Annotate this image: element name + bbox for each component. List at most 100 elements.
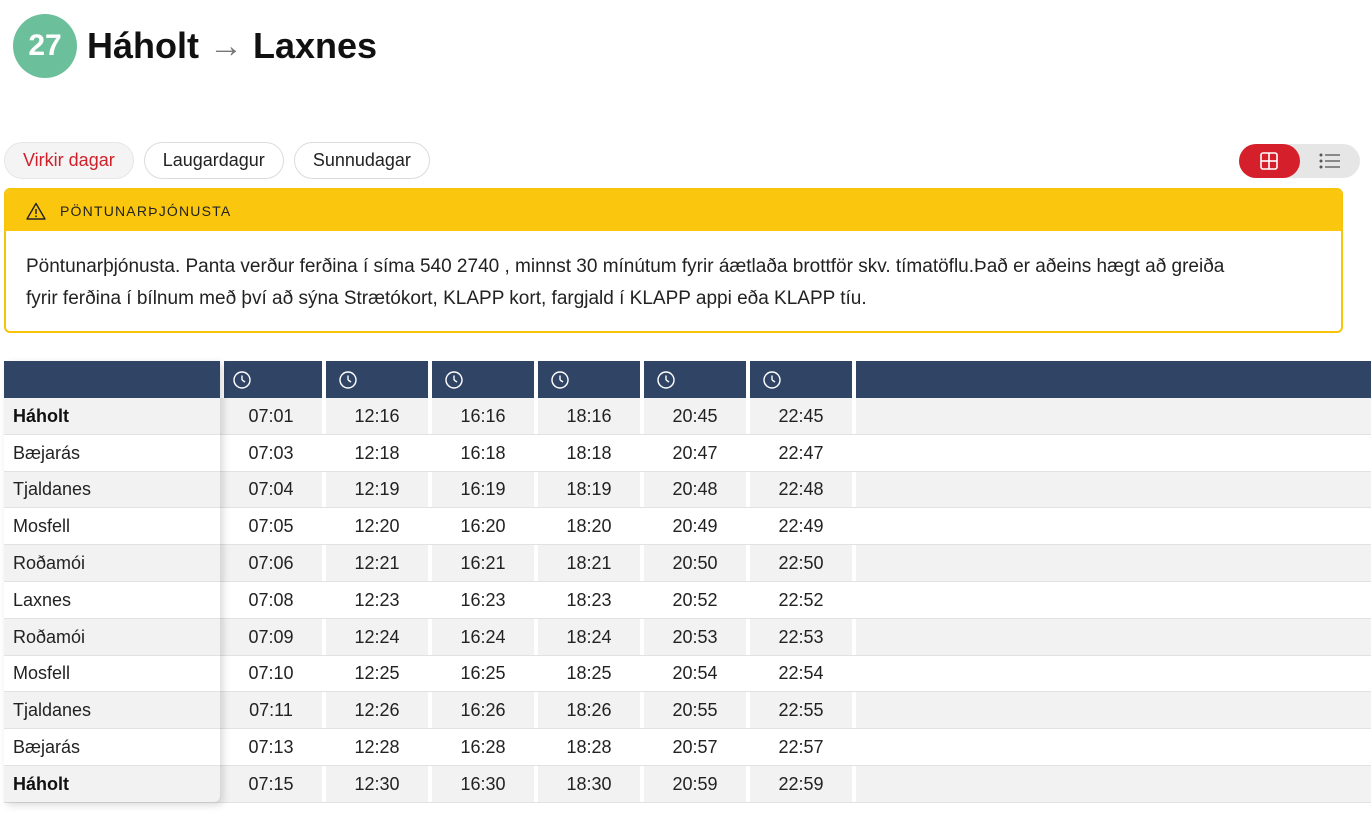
departure-time: 12:26: [354, 700, 400, 721]
stop-name: Bæjarás: [13, 442, 81, 463]
table-row: Tjaldanes 07:04 12:19 16:19 18:19 20:48 22:48: [4, 471, 1371, 509]
departure-time: 18:25: [566, 663, 612, 684]
column-divider: [640, 581, 644, 619]
grid-view-button[interactable]: [1239, 144, 1300, 178]
column-divider: [746, 434, 750, 472]
departure-time: 12:28: [354, 737, 400, 758]
column-divider: [640, 471, 644, 509]
departure-time: 07:09: [248, 626, 294, 647]
departure-time: 12:25: [354, 663, 400, 684]
column-divider: [534, 729, 538, 766]
column-divider: [534, 434, 538, 472]
departure-time: 07:13: [248, 737, 294, 758]
stop-name: Roðamói: [13, 626, 86, 647]
column-divider: [746, 618, 750, 656]
column-divider: [852, 434, 856, 472]
clock-icon: [551, 370, 569, 389]
column-divider: [852, 545, 856, 582]
clock-icon: [233, 370, 251, 389]
column-divider: [640, 765, 644, 803]
departure-time: 20:48: [672, 479, 718, 500]
list-view-button[interactable]: [1300, 144, 1361, 178]
departure-time: 07:15: [248, 773, 294, 794]
clock-icon: [657, 370, 675, 389]
tab-sunday[interactable]: Sunnudagar: [293, 142, 430, 179]
column-divider: [534, 618, 538, 656]
column-divider: [322, 471, 326, 509]
table-row: Mosfell 07:05 12:20 16:20 18:20 20:49 22:49: [4, 508, 1371, 546]
departure-time: 20:52: [672, 589, 718, 610]
table-row: Mosfell 07:10 12:25 16:25 18:25 20:54 22:54: [4, 655, 1371, 693]
departure-time: 16:23: [460, 589, 506, 610]
timetable-header: [4, 361, 1371, 398]
table-row: Háholt 07:01 12:16 16:16 18:16 20:45 22:45: [4, 398, 1371, 435]
departure-time: 16:18: [460, 442, 506, 463]
departure-time: 22:55: [778, 700, 824, 721]
column-divider: [428, 398, 432, 435]
departure-column-header: [754, 361, 782, 398]
route-number-badge: 27: [13, 14, 77, 78]
departure-time: 20:54: [672, 663, 718, 684]
column-divider: [428, 729, 432, 766]
departure-time: 16:19: [460, 479, 506, 500]
departure-time: 22:57: [778, 737, 824, 758]
column-divider: [640, 655, 644, 693]
notice-text-line-1: Pöntunarþjónusta. Panta verður ferðina í…: [26, 256, 1225, 277]
column-divider: [640, 729, 644, 766]
departure-time: 22:47: [778, 442, 824, 463]
column-divider: [428, 655, 432, 693]
column-divider: [746, 581, 750, 619]
departure-time: 18:23: [566, 589, 612, 610]
departure-time: 22:54: [778, 663, 824, 684]
departure-column-header: [542, 361, 570, 398]
stop-name: Tjaldanes: [13, 700, 92, 721]
table-row: Háholt 07:15 12:30 16:30 18:30 20:59 22:59: [4, 765, 1371, 803]
notice-title: PÖNTUNARÞJÓNUSTA: [60, 202, 232, 219]
departure-time: 20:45: [672, 405, 718, 426]
column-divider: [852, 729, 856, 766]
stop-name: Tjaldanes: [13, 479, 92, 500]
column-divider: [534, 692, 538, 730]
departure-time: 16:25: [460, 663, 506, 684]
column-divider: [428, 765, 432, 803]
column-divider: [534, 508, 538, 546]
departure-time: 07:04: [248, 479, 294, 500]
column-divider: [852, 398, 856, 435]
column-divider: [534, 398, 538, 435]
column-divider: [322, 545, 326, 582]
table-row: Roðamói 07:06 12:21 16:21 18:21 20:50 22:50: [4, 545, 1371, 582]
column-divider: [428, 618, 432, 656]
column-divider: [852, 581, 856, 619]
column-divider: [852, 618, 856, 656]
column-divider: [322, 692, 326, 730]
header-column-divider: [322, 361, 326, 398]
column-divider: [746, 508, 750, 546]
departure-time: 22:48: [778, 479, 824, 500]
departure-time: 07:01: [248, 405, 294, 426]
departure-time: 12:20: [354, 516, 400, 537]
grid-icon: [1260, 152, 1279, 170]
column-divider: [534, 471, 538, 509]
column-divider: [322, 655, 326, 693]
departure-time: 22:49: [778, 516, 824, 537]
departure-time: 16:26: [460, 700, 506, 721]
column-divider: [640, 508, 644, 546]
header-column-divider: [640, 361, 644, 398]
clock-icon: [763, 370, 781, 389]
column-divider: [428, 692, 432, 730]
column-divider: [746, 398, 750, 435]
row-divider: [4, 801, 1371, 803]
column-divider: [322, 729, 326, 766]
departure-time: 18:28: [566, 737, 612, 758]
timetable: Háholt 07:01 12:16 16:16 18:16 20:45 22:45 Bæja…: [4, 361, 1371, 803]
departure-time: 16:21: [460, 553, 506, 574]
tab-weekdays[interactable]: Virkir dagar: [4, 142, 134, 179]
tab-saturday[interactable]: Laugardagur: [143, 142, 284, 179]
column-divider: [852, 692, 856, 730]
departure-time: 22:50: [778, 553, 824, 574]
column-divider: [640, 398, 644, 435]
stop-name: Laxnes: [13, 589, 72, 610]
departure-time: 18:24: [566, 626, 612, 647]
column-divider: [322, 765, 326, 803]
arrow-right-icon: →: [209, 26, 243, 65]
